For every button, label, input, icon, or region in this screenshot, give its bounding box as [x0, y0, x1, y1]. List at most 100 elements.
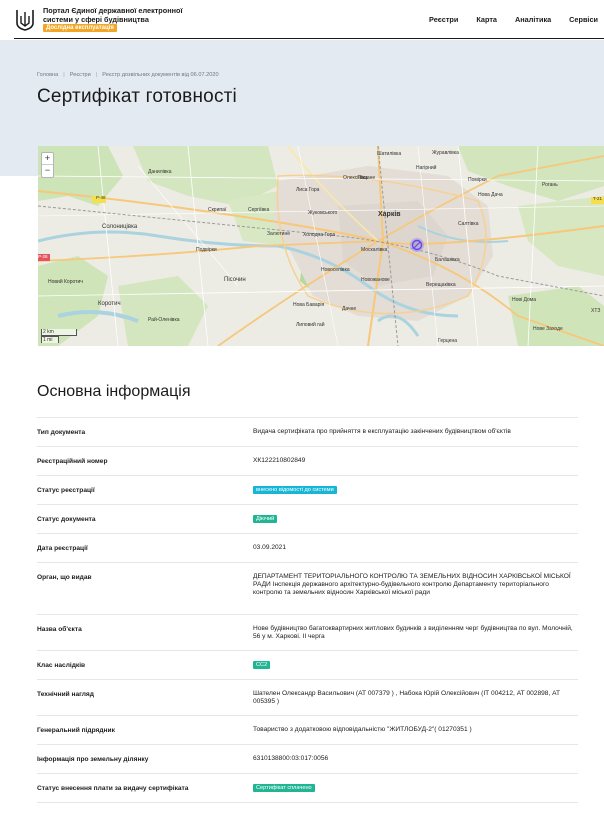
info-value: Діючий [253, 505, 578, 523]
map-label-novozhanove: Новожанове [361, 277, 390, 283]
document-status-badge: Діючий [253, 515, 278, 523]
portal-title-text: Портал Єдиної державної електронної сист… [43, 6, 183, 24]
map-label-danylivka: Данилівка [148, 169, 172, 175]
map-label-solonytsivka: Солоницівка [102, 224, 138, 230]
map-label-pishchane: Піщане [358, 175, 376, 181]
breadcrumb-home[interactable]: Головна [37, 72, 58, 78]
nav-registries[interactable]: Реєстри [429, 15, 458, 24]
info-value: внесено відомості до системи [253, 476, 578, 494]
info-value: Нове будівництво багатоквартирних житлов… [253, 625, 573, 640]
payment-status-badge: Сертифікат сплачено [253, 784, 315, 792]
map-label-novyi-korotych: Новий Коротич [48, 279, 83, 285]
map-label-pidgorodne: Подвірки [196, 247, 217, 253]
info-value: СС2 [253, 651, 578, 669]
map-label-dachne: Дачне [342, 306, 357, 312]
map-labels: Харків Солоницівка Пісочин Коротич Новос… [38, 146, 604, 346]
info-row-object-name: Назва об'єкта Нове будівництво багатоква… [37, 615, 578, 651]
nav-map[interactable]: Карта [476, 15, 497, 24]
info-row-payment-status: Статус внесення плати за видачу сертифік… [37, 774, 578, 803]
map-label-pisochyn: Пісочин [224, 277, 246, 283]
map-label-hertsena: Герцена [438, 338, 458, 344]
map-label-serhiivka: Сергіївка [248, 207, 270, 213]
info-value: 03.09.2021 [253, 544, 287, 551]
main-nav: Реєстри Карта Аналітика Сервіси [411, 15, 598, 24]
consequence-class-badge: СС2 [253, 661, 271, 669]
info-row-technical-supervision: Технічний нагляд Шателен Олександр Васил… [37, 680, 578, 716]
info-value: 6310138800:03:017:0056 [253, 755, 329, 762]
map-label-saltivka: Салтівка [458, 221, 479, 227]
info-value: ХК122210802849 [253, 457, 306, 464]
map-label-p46: P-46 [96, 195, 106, 200]
breadcrumb: Головна | Реєстри | Реєстр дозвільних до… [37, 72, 219, 78]
scale-km: 2 km [41, 329, 77, 336]
info-row-doc-status: Статус документа Діючий [37, 505, 578, 534]
info-row-reg-date: Дата реєстрації 03.09.2021 [37, 534, 578, 563]
info-row-doc-type: Тип документа Видача сертифіката про при… [37, 418, 578, 447]
map-label-nova-bavaria: Нова Баварія [293, 302, 325, 308]
info-row-reg-number: Реєстраційний номер ХК122210802849 [37, 447, 578, 476]
info-label: Технічний нагляд [37, 691, 94, 698]
info-row-consequence-class: Клас наслідків СС2 [37, 651, 578, 680]
map-label-rohan: Рогань [542, 182, 558, 188]
hero-strip [0, 176, 38, 346]
map-label-novi-doma: Нові Дома [512, 297, 536, 303]
info-label: Орган, що видав [37, 574, 92, 581]
scale-mi: 1 mi [41, 336, 59, 343]
breadcrumb-registries[interactable]: Реєстри [70, 72, 91, 78]
page-title: Сертифікат готовності [37, 86, 237, 107]
map-label-nahirnyi: Нагірний [416, 165, 437, 171]
map-label-khtz: ХТЗ [591, 308, 601, 314]
info-label: Генеральний підрядник [37, 727, 115, 734]
map-label-kharkiv: Харків [378, 211, 401, 218]
trident-logo-icon[interactable] [14, 8, 36, 32]
info-row-general-contractor: Генеральний підрядник Товариство з додат… [37, 716, 578, 745]
map-label-rai-oleksandrivka: Рай-Оленівка [148, 317, 180, 323]
info-label: Клас наслідків [37, 662, 86, 669]
nav-services[interactable]: Сервіси [569, 15, 598, 24]
info-value: ДЕПАРТАМЕНТ ТЕРИТОРІАЛЬНОГО КОНТРОЛЮ ТА … [253, 573, 571, 596]
info-value: Видача сертифіката про прийняття в експл… [253, 428, 511, 435]
info-table: Тип документа Видача сертифіката про при… [37, 417, 578, 803]
beta-badge: Дослідна експлуатація [43, 24, 117, 33]
info-label: Інформація про земельну ділянку [37, 756, 149, 763]
map-label-zhuravlivka: Журавлівка [432, 150, 459, 156]
map-scale: 2 km 1 mi [41, 329, 77, 343]
zoom-out-button[interactable]: − [42, 165, 53, 177]
location-map[interactable]: Харків Солоницівка Пісочин Коротич Новос… [38, 146, 604, 346]
map-label-moskalivka: Москалівка [361, 247, 388, 253]
info-value: Товариство з додатковою відповідальністю… [253, 726, 472, 733]
header-divider [14, 38, 604, 39]
map-label-korotych: Коротич [98, 301, 121, 307]
section-title: Основна інформація [37, 383, 191, 400]
map-label-t2: T-21 [593, 196, 603, 201]
map-label-pomirky: Помірки [468, 177, 487, 183]
breadcrumb-current[interactable]: Реєстр дозвільних документів від 06.07.2… [102, 72, 218, 78]
map-label-vereshchakivka: Верещаківка [426, 282, 456, 288]
map-label-novoselivka: Новоселівка [321, 267, 350, 273]
zoom-in-button[interactable]: + [42, 153, 53, 165]
info-label: Назва об'єкта [37, 626, 82, 633]
map-label-skrypai: Скрипаї [208, 207, 227, 213]
map-label-lypovyi-hai: Липовий гай [296, 322, 325, 328]
site-header: Портал Єдиної державної електронної сист… [0, 0, 604, 40]
map-label-shatylivka: Шатилівка [377, 151, 402, 157]
map-label-lysa-hora: Лиса Гора [296, 187, 320, 193]
info-label: Реєстраційний номер [37, 458, 108, 465]
info-label: Статус реєстрації [37, 487, 95, 494]
registration-status-badge: внесено відомості до системи [253, 486, 337, 494]
map-label-p28: P-28 [38, 254, 48, 259]
nav-analytics[interactable]: Аналітика [515, 15, 551, 24]
portal-title[interactable]: Портал Єдиної державної електронної сист… [43, 6, 193, 33]
info-row-land-plot: Інформація про земельну ділянку 63101388… [37, 745, 578, 774]
map-label-nove-zakhode: Нове Заходе [533, 326, 563, 332]
info-value: Шателен Олександр Васильович (АТ 007379 … [253, 690, 561, 705]
breadcrumb-separator: | [63, 72, 65, 78]
map-label-zhukovskoho: Жуковського [308, 210, 338, 216]
info-label: Статус внесення плати за видачу сертифік… [37, 785, 189, 792]
info-row-reg-status: Статус реєстрації внесено відомості до с… [37, 476, 578, 505]
info-row-issuer: Орган, що видав ДЕПАРТАМЕНТ ТЕРИТОРІАЛЬН… [37, 563, 578, 615]
info-label: Тип документа [37, 429, 86, 436]
map-zoom-control: + − [41, 152, 54, 178]
info-label: Дата реєстрації [37, 545, 88, 552]
breadcrumb-separator: | [95, 72, 98, 78]
